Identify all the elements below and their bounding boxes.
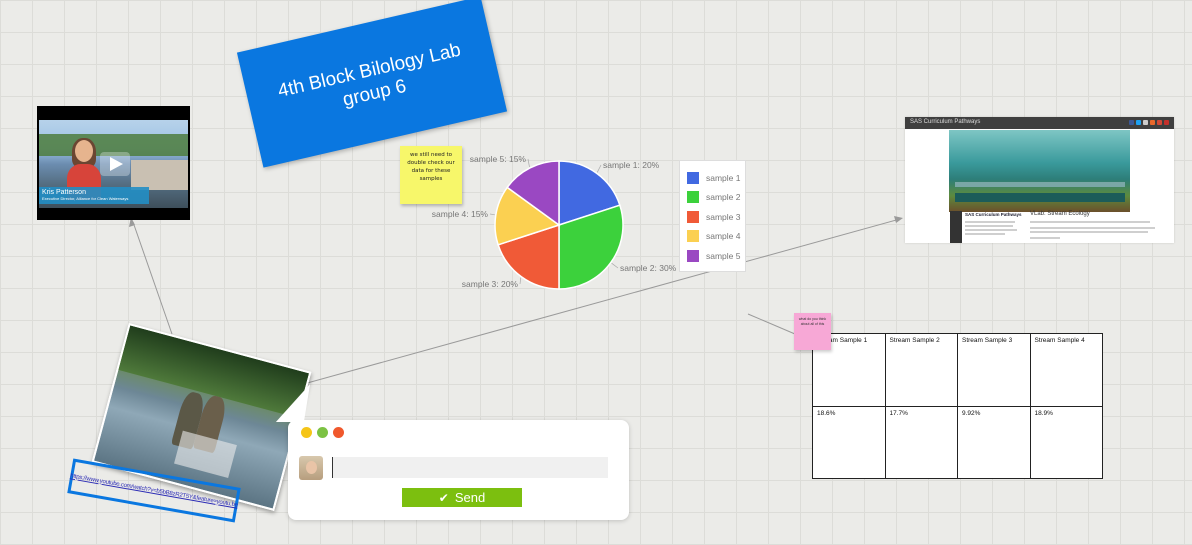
pink-sticky-note[interactable]: what do you think about all of this [794, 313, 831, 350]
table-header-row: Stream Sample 1 Stream Sample 2 Stream S… [812, 333, 1103, 407]
pie-slice-label-4: sample 4: 15% [432, 209, 489, 219]
sas-heading: VLab: Stream Ecology [1030, 211, 1090, 217]
legend-swatch [687, 210, 699, 223]
legend-swatch [687, 249, 699, 262]
legend-item-1[interactable]: sample 1 [687, 171, 741, 184]
pie-slice-label-1: sample 1: 20% [603, 160, 660, 170]
stream-sample-table: Stream Sample 1 Stream Sample 2 Stream S… [812, 333, 1103, 479]
googleplus-icon [1157, 120, 1162, 125]
title-card-text: 4th Block Bilology Lab group 6 [275, 39, 463, 111]
legend-item-3[interactable]: sample 3 [687, 210, 741, 223]
sas-thumb [950, 211, 962, 243]
legend-label: sample 2 [706, 192, 741, 202]
table-cell[interactable]: 18.9% [1029, 405, 1103, 479]
connector-photo-to-video [132, 221, 173, 335]
avatar [299, 456, 323, 480]
table-header-cell[interactable]: Stream Sample 2 [884, 333, 958, 407]
checkmark-icon: ✔ [438, 490, 449, 505]
legend-swatch [687, 171, 699, 184]
pie-slice-label-2: sample 2: 30% [620, 263, 677, 273]
maximize-dot-icon[interactable] [317, 427, 328, 438]
table-header-cell[interactable]: Stream Sample 3 [957, 333, 1031, 407]
video-frame: Kris Patterson Executive Director, Allia… [39, 120, 188, 208]
sas-brand: SAS Curriculum Pathways [910, 119, 981, 125]
facebook-icon [1129, 120, 1134, 125]
table-cell[interactable]: 18.6% [812, 405, 886, 479]
legend-label: sample 1 [706, 172, 741, 183]
video-caption-name: Kris Patterson [42, 189, 86, 196]
legend-swatch [687, 230, 699, 242]
sas-topbar: SAS Curriculum Pathways [905, 117, 1174, 129]
pie-label-leader-1 [596, 164, 602, 173]
twitter-icon [1136, 120, 1141, 125]
table-header-cell[interactable]: Stream Sample 4 [1029, 333, 1103, 407]
sas-publisher: SAS Curriculum Pathways [965, 212, 1022, 217]
legend-swatch [687, 191, 699, 203]
legend-item-4[interactable]: sample 4 [687, 230, 741, 243]
pie-slice-label-3: sample 3: 20% [462, 279, 519, 289]
pie-label-leader-4 [489, 213, 495, 216]
arrowhead-sas [894, 216, 903, 223]
minimize-dot-icon[interactable] [301, 427, 312, 438]
pink-sticky-note-text: what do you think about all of this [798, 317, 827, 326]
legend-label: sample 4 [706, 231, 741, 241]
video-embed[interactable]: Kris Patterson Executive Director, Allia… [37, 106, 190, 220]
send-button[interactable]: ✔ Send [402, 488, 522, 507]
pie-slice-label-5: sample 5: 15% [470, 154, 527, 164]
legend-label: sample 5 [706, 250, 741, 261]
pie-label-leader-3 [519, 277, 522, 285]
video-caption: Kris Patterson Executive Director, Allia… [39, 187, 149, 204]
rss-icon [1150, 120, 1155, 125]
table-cell[interactable]: 17.7% [884, 405, 958, 479]
video-dock [131, 160, 188, 190]
table-row: 18.6% 17.7% 9.92% 18.9% [812, 405, 1103, 479]
table-cell[interactable]: 9.92% [957, 405, 1031, 479]
title-card[interactable]: 4th Block Bilology Lab group 6 [236, 0, 508, 168]
share-icon [1143, 120, 1148, 125]
pie-chart[interactable]: sample 1: 20% sample 2: 30% sample 3: 20% s… [420, 145, 680, 305]
send-button-label: Send [454, 490, 486, 505]
close-dot-icon[interactable] [333, 427, 344, 438]
pie-label-leader-5 [527, 158, 530, 168]
pie-legend: sample 1 sample 2 sample 3 sample 4 sample 5 [679, 160, 746, 272]
play-icon[interactable] [100, 152, 130, 176]
comment-popup: ✔ Send [275, 384, 629, 520]
sas-stream-image [949, 130, 1130, 212]
legend-item-5[interactable]: sample 5 [687, 249, 741, 262]
youtube-icon [1164, 120, 1169, 125]
legend-item-2[interactable]: sample 2 [687, 191, 741, 204]
comment-input[interactable] [332, 457, 608, 478]
video-caption-role: Executive Director, Alliance for Clean W… [42, 196, 129, 201]
pie-label-leader-2 [611, 262, 619, 269]
sas-page-screenshot[interactable]: SAS Curriculum Pathways SAS Curriculum P… [905, 117, 1174, 243]
legend-label: sample 3 [706, 211, 741, 222]
